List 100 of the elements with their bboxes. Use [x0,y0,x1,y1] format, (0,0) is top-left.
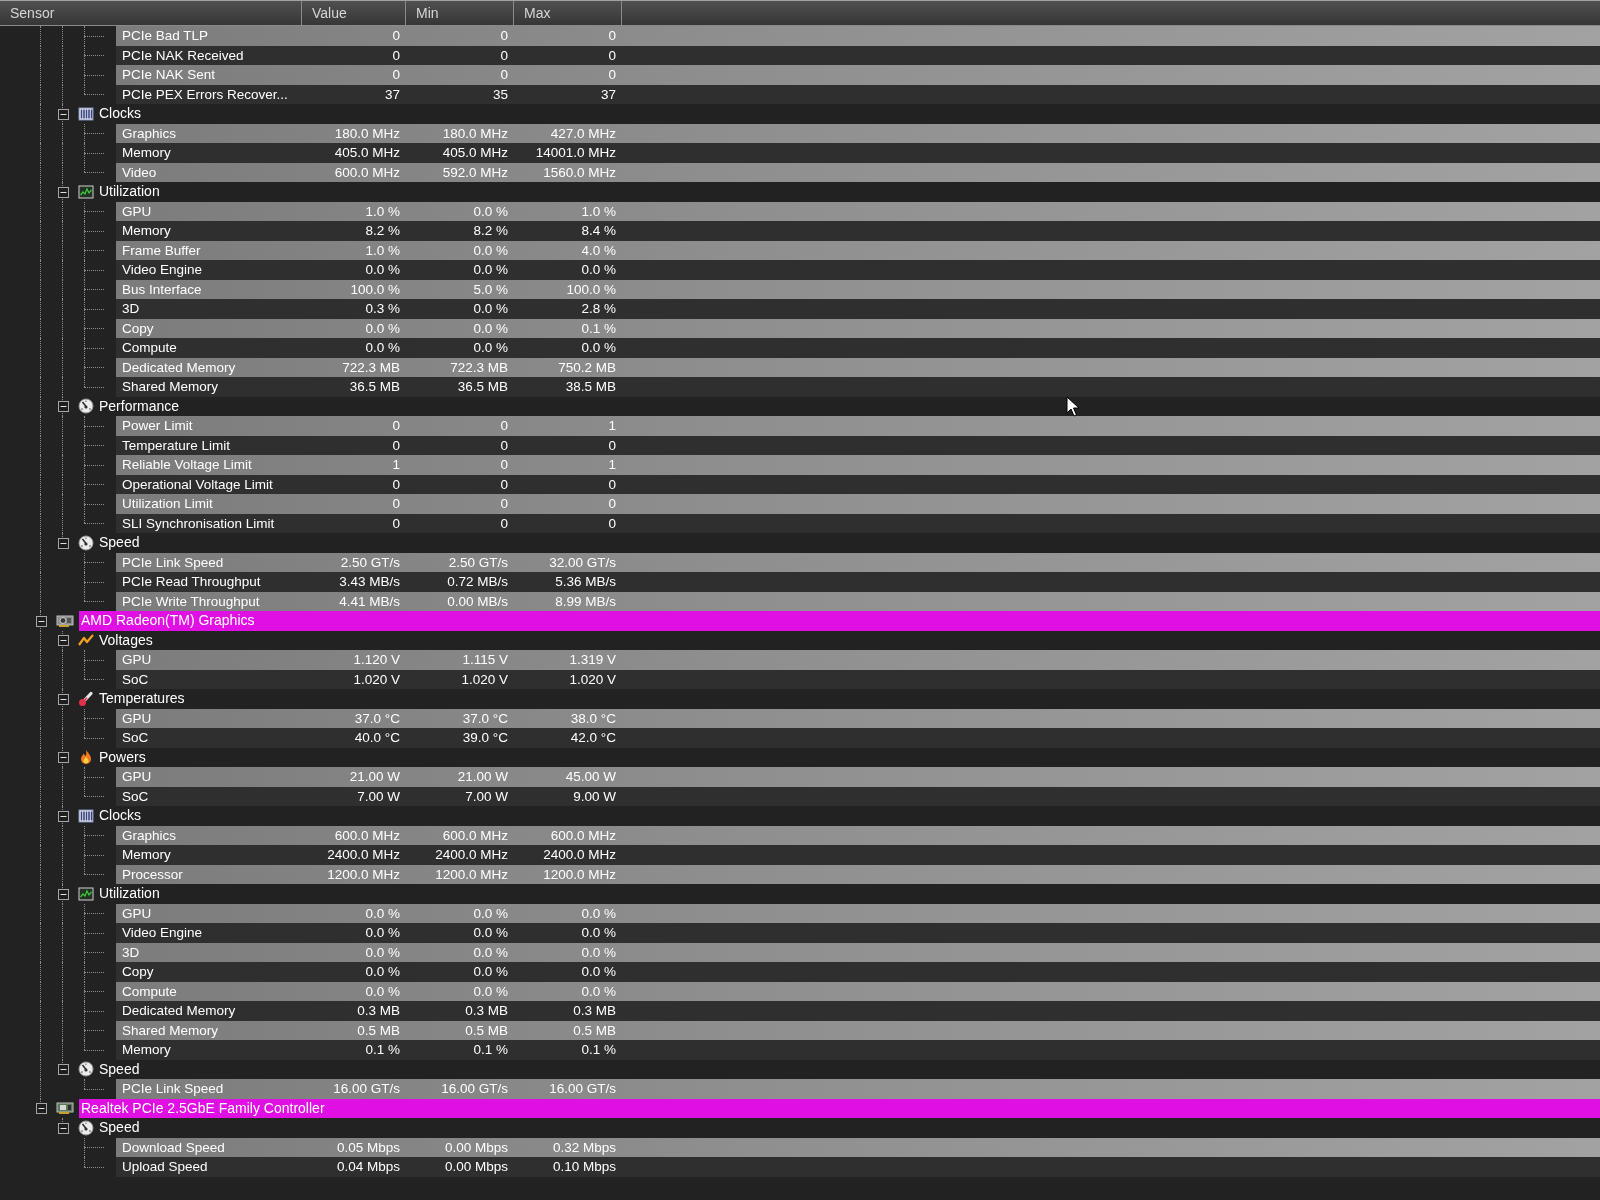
min-value: 0.5 MB [464,1022,509,1038]
sensor-row[interactable]: SoC 1.020 V 1.020 V 1.020 V [116,669,1600,689]
sensor-row[interactable]: PCIe PEX Errors Recover... 37 35 37 [116,84,1600,104]
sensor-row[interactable]: Operational Voltage Limit 0 0 0 [116,474,1600,494]
min-value: 0.0 % [472,301,509,317]
sensor-row[interactable]: Graphics 180.0 MHz 180.0 MHz 427.0 MHz [116,123,1600,143]
sensor-row[interactable]: Download Speed 0.05 Mbps 0.00 Mbps 0.32 Mbps [116,1137,1600,1157]
sensor-row[interactable]: Video Engine 0.0 % 0.0 % 0.0 % [116,260,1600,280]
sensor-row[interactable]: 3D 0.3 % 0.0 % 2.8 % [116,299,1600,319]
minus-box-icon[interactable] [57,108,69,120]
gauge-icon [78,534,94,551]
minus-box-icon[interactable] [57,186,69,198]
max-value: 0.0 % [580,340,617,356]
sensor-row[interactable]: Power Limit 0 0 1 [116,416,1600,436]
sensor-row[interactable]: Copy 0.0 % 0.0 % 0.1 % [116,318,1600,338]
sensor-row[interactable]: Shared Memory 36.5 MB 36.5 MB 38.5 MB [116,377,1600,397]
group-name[interactable]: Clocks [99,806,141,826]
sensor-row[interactable]: PCIe Bad TLP 0 0 0 [116,26,1600,46]
max-value: 0.10 Mbps [551,1159,617,1175]
minus-box-icon[interactable] [35,1103,47,1115]
sensor-row[interactable]: Memory 2400.0 MHz 2400.0 MHz 2400.0 MHz [116,845,1600,865]
column-header[interactable]: Min [406,1,514,25]
sensor-row[interactable]: Video 600.0 MHz 592.0 MHz 1560.0 MHz [116,162,1600,182]
column-header[interactable]: Sensor [0,1,302,25]
min-value: 36.5 MB [456,379,509,395]
sensor-row[interactable]: PCIe NAK Received 0 0 0 [116,45,1600,65]
group-name[interactable]: Voltages [99,630,153,650]
sensor-row[interactable]: Copy 0.0 % 0.0 % 0.0 % [116,962,1600,982]
sensor-row[interactable]: Compute 0.0 % 0.0 % 0.0 % [116,338,1600,358]
sensor-value: 3.43 MB/s [338,574,401,590]
max-value: 100.0 % [565,281,617,297]
max-value: 0.3 MB [572,1003,617,1019]
minus-box-icon[interactable] [57,635,69,647]
group-name[interactable]: Speed [99,533,140,553]
sensor-row[interactable]: SoC 40.0 °C 39.0 °C 42.0 °C [116,728,1600,748]
group-name[interactable]: Performance [99,396,180,416]
sensor-value: 1 [391,457,401,473]
sensor-row[interactable]: PCIe Read Throughput 3.43 MB/s 0.72 MB/s 5.36 MB/s [116,572,1600,592]
sensor-row[interactable]: Memory 405.0 MHz 405.0 MHz 14001.0 MHz [116,143,1600,163]
group-name[interactable]: Utilization [99,182,160,202]
min-value: 0.0 % [472,203,509,219]
minus-box-icon[interactable] [57,752,69,764]
group-name[interactable]: Speed [99,1118,140,1138]
sensor-row[interactable]: Frame Buffer 1.0 % 0.0 % 4.0 % [116,240,1600,260]
min-value: 0.00 Mbps [443,1159,509,1175]
sensor-row[interactable]: Graphics 600.0 MHz 600.0 MHz 600.0 MHz [116,825,1600,845]
sensor-row[interactable]: Bus Interface 100.0 % 5.0 % 100.0 % [116,279,1600,299]
sensor-name: Graphics [121,125,178,141]
sensor-value: 0 [391,515,401,531]
min-value: 180.0 MHz [441,125,509,141]
sensor-row[interactable]: SoC 7.00 W 7.00 W 9.00 W [116,786,1600,806]
sensor-value: 7.00 W [356,788,401,804]
group-name[interactable]: Clocks [99,104,141,124]
sensor-row[interactable]: Shared Memory 0.5 MB 0.5 MB 0.5 MB [116,1020,1600,1040]
column-header[interactable]: Max [514,1,622,25]
min-value: 5.0 % [472,281,509,297]
sensor-row[interactable]: 3D 0.0 % 0.0 % 0.0 % [116,942,1600,962]
sensor-name: Memory [121,1042,172,1058]
sensor-row[interactable]: Temperature Limit 0 0 0 [116,435,1600,455]
column-header[interactable]: Value [302,1,406,25]
sensor-row[interactable]: Memory 8.2 % 8.2 % 8.4 % [116,221,1600,241]
minus-box-icon[interactable] [57,537,69,549]
sensor-row[interactable]: Compute 0.0 % 0.0 % 0.0 % [116,981,1600,1001]
sensor-row[interactable]: Memory 0.1 % 0.1 % 0.1 % [116,1040,1600,1060]
minus-box-icon[interactable] [35,615,47,627]
sensor-row[interactable]: PCIe Write Throughput 4.41 MB/s 0.00 MB/s 8.99 MB/s [116,591,1600,611]
sensor-row[interactable]: GPU 0.0 % 0.0 % 0.0 % [116,903,1600,923]
sensor-row[interactable]: Processor 1200.0 MHz 1200.0 MHz 1200.0 MHz [116,864,1600,884]
minus-box-icon[interactable] [57,1064,69,1076]
sensor-value: 180.0 MHz [333,125,401,141]
minus-box-icon[interactable] [57,401,69,413]
minus-box-icon[interactable] [57,1122,69,1134]
sensor-row[interactable]: GPU 1.0 % 0.0 % 1.0 % [116,201,1600,221]
sensor-row[interactable]: Video Engine 0.0 % 0.0 % 0.0 % [116,923,1600,943]
sensor-row[interactable]: Dedicated Memory 722.3 MB 722.3 MB 750.2 MB [116,357,1600,377]
sensor-name: Copy [121,320,155,336]
minus-box-icon[interactable] [57,888,69,900]
sensor-row[interactable]: GPU 37.0 °C 37.0 °C 38.0 °C [116,708,1600,728]
sensor-row[interactable]: SLI Synchronisation Limit 0 0 0 [116,513,1600,533]
group-name[interactable]: Speed [99,1059,140,1079]
group-name[interactable]: Temperatures [99,689,185,709]
sensor-row[interactable]: PCIe Link Speed 16.00 GT/s 16.00 GT/s 16.00 GT/s [116,1079,1600,1099]
sensor-row[interactable]: Utilization Limit 0 0 0 [116,494,1600,514]
sensor-row[interactable]: PCIe Link Speed 2.50 GT/s 2.50 GT/s 32.00 GT/s [116,552,1600,572]
minus-box-icon[interactable] [57,693,69,705]
device-name[interactable]: AMD Radeon(TM) Graphics [79,611,1600,631]
min-value: 0 [499,47,509,63]
sensor-row[interactable]: PCIe NAK Sent 0 0 0 [116,65,1600,85]
sensor-row[interactable]: Reliable Voltage Limit 1 0 1 [116,455,1600,475]
sensor-value: 16.00 GT/s [332,1081,401,1097]
max-value: 0.0 % [580,905,617,921]
sensor-row[interactable]: Dedicated Memory 0.3 MB 0.3 MB 0.3 MB [116,1001,1600,1021]
group-name[interactable]: Powers [99,747,146,767]
minus-box-icon[interactable] [57,810,69,822]
sensor-row[interactable]: GPU 1.120 V 1.115 V 1.319 V [116,650,1600,670]
sensor-row[interactable]: Upload Speed 0.04 Mbps 0.00 Mbps 0.10 Mbps [116,1157,1600,1177]
max-value: 1560.0 MHz [542,164,617,180]
device-name[interactable]: Realtek PCIe 2.5GbE Family Controller [79,1098,1600,1118]
sensor-row[interactable]: GPU 21.00 W 21.00 W 45.00 W [116,767,1600,787]
group-name[interactable]: Utilization [99,884,160,904]
